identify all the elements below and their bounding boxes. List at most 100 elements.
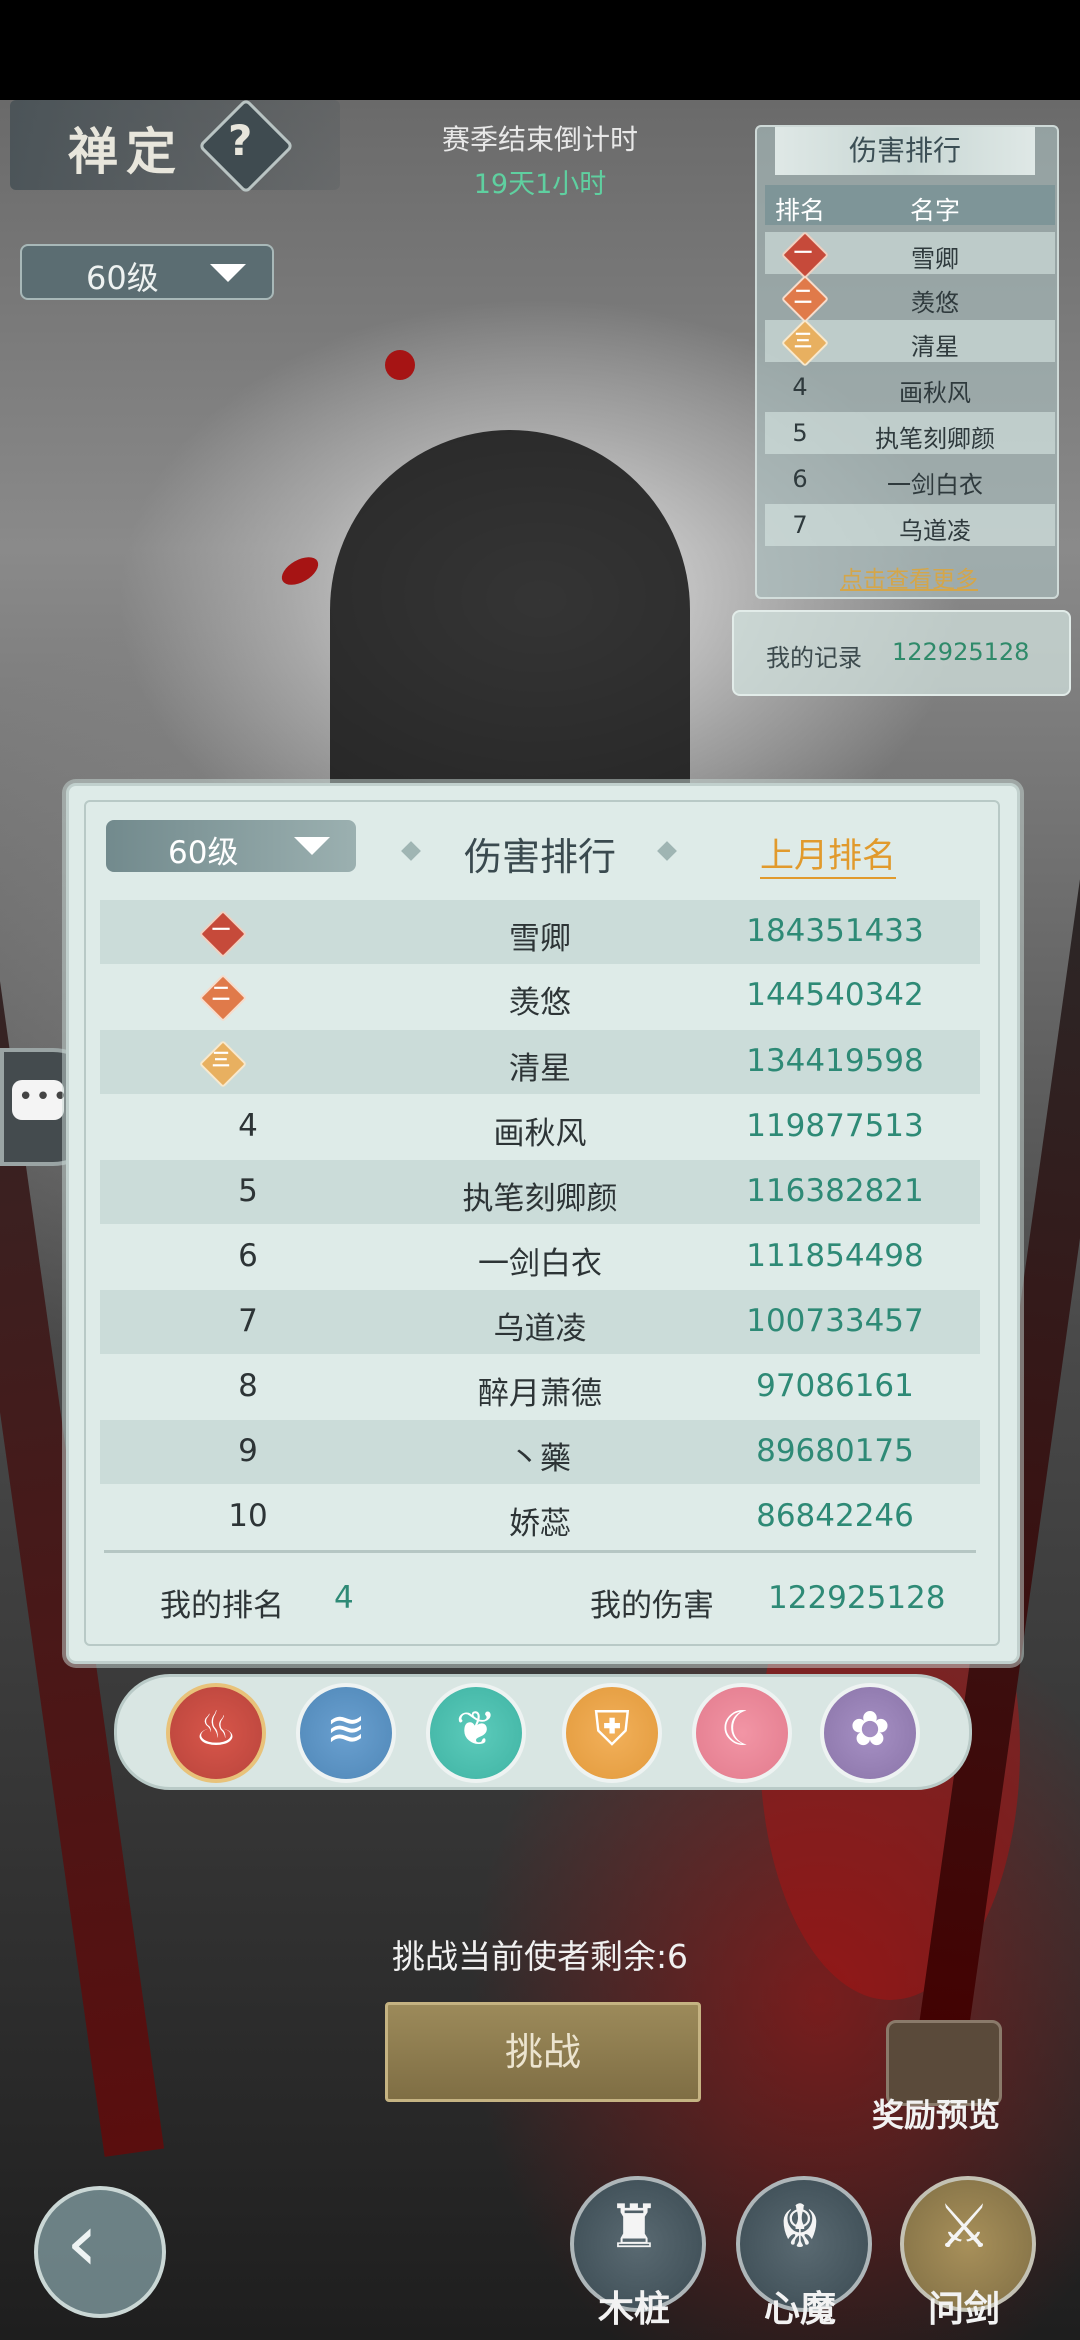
- mini-row: 6 一剑白衣: [765, 458, 1055, 500]
- mini-row: 一 雪卿: [765, 230, 1055, 280]
- level-dropdown[interactable]: 60级: [106, 820, 356, 872]
- mini-ranking-header: 排名 名字: [765, 185, 1055, 225]
- score-cell: 116382821: [746, 1173, 924, 1209]
- name-cell: 羡悠: [509, 985, 571, 1021]
- mini-ranking-title: 伤害排行: [775, 127, 1035, 175]
- challenge-remaining-text: 挑战当前使者剩余:6: [391, 1937, 689, 1976]
- mini-rank: 三: [794, 331, 812, 352]
- name-cell: 雪卿: [509, 921, 571, 957]
- score-cell: 144540342: [746, 977, 924, 1013]
- mini-rank: 6: [792, 465, 808, 493]
- mini-row: 4 画秋风: [765, 366, 1055, 408]
- mist-element-button[interactable]: ✿: [820, 1683, 920, 1783]
- score-cell: 86842246: [756, 1498, 914, 1534]
- water-element-button[interactable]: ≋: [296, 1683, 396, 1783]
- mini-name: 乌道凌: [899, 517, 971, 545]
- table-row: 二 羡悠 144540342: [100, 964, 980, 1028]
- score-cell: 97086161: [756, 1368, 914, 1404]
- back-arrow-icon: ‹: [66, 2196, 98, 2289]
- table-row: 6 一剑白衣 111854498: [100, 1225, 980, 1289]
- petal: [385, 350, 415, 380]
- table-row: 5 执笔刻卿颜 116382821: [100, 1160, 980, 1224]
- petal: [277, 551, 323, 591]
- rank-cell: 二: [212, 984, 230, 1005]
- chat-dots-icon: •••: [18, 1082, 71, 1112]
- mini-rank: 一: [794, 243, 812, 264]
- mini-col-name: 名字: [910, 196, 961, 225]
- mini-name: 雪卿: [911, 245, 959, 273]
- page-title: 禅定: [68, 122, 184, 181]
- score-cell: 134419598: [746, 1043, 924, 1079]
- name-cell: 娇蕊: [509, 1506, 571, 1542]
- score-cell: 89680175: [756, 1433, 914, 1469]
- flame-icon: ♨: [194, 1701, 238, 1757]
- rank-cell: 4: [238, 1108, 258, 1144]
- mini-rank: 4: [792, 373, 808, 401]
- mini-row: 7 乌道凌: [765, 504, 1055, 546]
- mini-name: 清星: [911, 333, 959, 361]
- name-cell: 一剑白衣: [478, 1246, 602, 1282]
- my-damage-value: 122925128: [768, 1580, 946, 1616]
- mini-name: 执笔刻卿颜: [875, 425, 995, 453]
- wave-icon: ≋: [325, 1701, 367, 1757]
- moon-element-button[interactable]: ☾: [692, 1683, 792, 1783]
- table-row: 4 画秋风 119877513: [100, 1095, 980, 1159]
- table-row: 7 乌道凌 100733457: [100, 1290, 980, 1354]
- fire-element-button[interactable]: ♨: [166, 1683, 266, 1783]
- ask-sword-label: 问剑: [927, 2288, 1000, 2330]
- level-dropdown-top[interactable]: 60级: [20, 244, 274, 300]
- mini-name: 羡悠: [911, 289, 959, 317]
- rank-cell: 8: [238, 1368, 258, 1404]
- table-row: 一 雪卿 184351433: [100, 900, 980, 964]
- my-record-label: 我的记录: [766, 644, 862, 672]
- reward-preview-label[interactable]: 奖励预览: [872, 2090, 1000, 2136]
- training-dummy-icon: ♜: [607, 2192, 661, 2262]
- name-cell: 乌道凌: [493, 1311, 587, 1347]
- chevron-down-icon: [210, 264, 246, 282]
- moon-icon: ☾: [720, 1701, 764, 1757]
- mini-rank: 7: [792, 511, 808, 539]
- mini-row: 二 羡悠: [765, 274, 1055, 324]
- earth-element-button[interactable]: ⛨: [562, 1683, 662, 1783]
- mini-rank: 二: [794, 287, 812, 308]
- season-countdown-time: 19天1小时: [473, 169, 607, 200]
- back-button[interactable]: [34, 2186, 166, 2318]
- butterfly-icon: ❦: [455, 1701, 497, 1757]
- my-rank-value: 4: [334, 1580, 354, 1616]
- table-row: 三 清星 134419598: [100, 1030, 980, 1094]
- my-damage-label: 我的伤害: [590, 1588, 714, 1624]
- last-month-ranking-link[interactable]: 上月排名: [760, 828, 896, 879]
- my-record-value: 122925128: [892, 638, 1030, 666]
- score-cell: 100733457: [746, 1303, 924, 1339]
- shield-icon: ⛨: [593, 1701, 630, 1757]
- chevron-down-icon: [294, 837, 330, 855]
- rank-cell: 5: [238, 1173, 258, 1209]
- wind-element-button[interactable]: ❦: [426, 1683, 526, 1783]
- name-cell: 执笔刻卿颜: [462, 1181, 618, 1217]
- rank-cell: 一: [212, 920, 230, 941]
- my-record-box: 我的记录 122925128: [732, 610, 1071, 696]
- table-row: 8 醉月萧德 97086161: [100, 1355, 980, 1419]
- season-countdown-label: 赛季结束倒计时: [441, 123, 638, 156]
- training-dummy-label: 木桩: [597, 2288, 670, 2330]
- mini-row: 5 执笔刻卿颜: [765, 412, 1055, 454]
- name-cell: 清星: [509, 1051, 571, 1087]
- my-rank-label: 我的排名: [160, 1588, 284, 1624]
- sword-icon: ⚔: [937, 2192, 991, 2262]
- rank-cell: 6: [238, 1238, 258, 1274]
- score-cell: 111854498: [746, 1238, 924, 1274]
- mini-name: 画秋风: [899, 379, 971, 407]
- divider: [104, 1550, 976, 1553]
- table-row: 9 丶藥 89680175: [100, 1420, 980, 1484]
- score-cell: 184351433: [746, 913, 924, 949]
- challenge-button[interactable]: 挑战: [385, 2002, 701, 2102]
- score-cell: 119877513: [746, 1108, 924, 1144]
- question-icon: ?: [228, 116, 253, 165]
- view-more-link[interactable]: 点击查看更多: [840, 560, 978, 594]
- name-cell: 丶藥: [509, 1441, 571, 1477]
- mini-name: 一剑白衣: [887, 471, 983, 499]
- rank-cell: 10: [228, 1498, 268, 1534]
- rank-cell: 三: [212, 1050, 230, 1071]
- level-dropdown-label: 60级: [86, 259, 159, 297]
- demon-mask-icon: ☬: [778, 2192, 822, 2262]
